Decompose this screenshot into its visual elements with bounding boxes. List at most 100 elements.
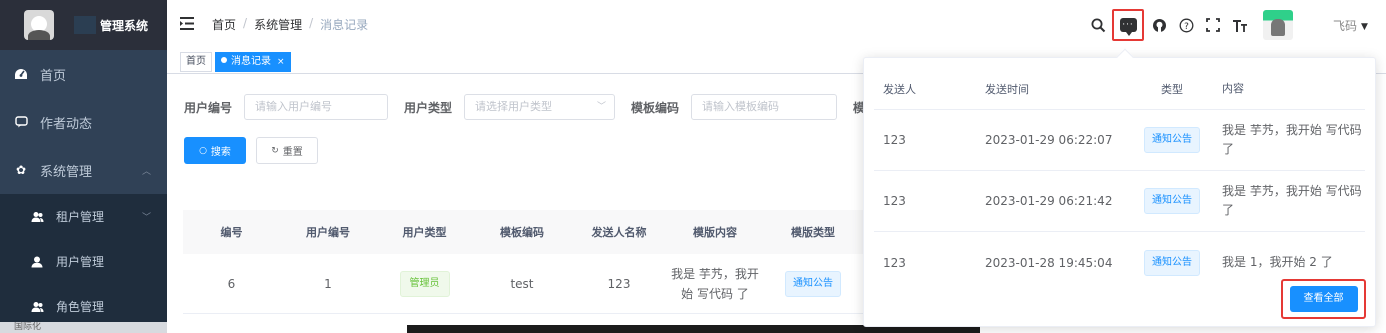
table-row[interactable]: 123 2023-01-29 06:22:07 通知公告 我是 芋艿，我开始 写… <box>874 110 1365 171</box>
message-table: 编号 用户编号 用户类型 模板编码 发送人名称 模版内容 模版类型 6 1 管理… <box>183 210 863 314</box>
view-all-highlight: 查看全部 <box>1281 279 1366 319</box>
sidebar-item-label: 用户管理 <box>56 255 105 269</box>
cell-content: 我是 1，我开始 2 了 <box>1222 255 1333 269</box>
breadcrumb-current: 消息记录 <box>320 18 369 32</box>
close-icon[interactable]: × <box>277 57 285 67</box>
github-icon[interactable] <box>1146 12 1172 38</box>
cell-template-code: test <box>510 276 534 291</box>
refresh-icon: ↻ <box>271 145 279 156</box>
navbar-right-menu: ··· ? 飞码 ▼ <box>1085 0 1368 50</box>
user-id-placeholder: 请输入用户编号 <box>255 100 333 113</box>
column-header: 内容 <box>1222 82 1244 95</box>
user-icon <box>30 255 44 269</box>
sidebar-item-label: 作者动态 <box>40 116 93 132</box>
svg-text:?: ? <box>1184 21 1189 31</box>
chat-icon <box>14 115 28 129</box>
breadcrumb-separator: / <box>309 16 314 30</box>
user-id-label: 用户编号 <box>184 100 233 115</box>
font-size-icon[interactable] <box>1227 12 1253 38</box>
fullscreen-icon[interactable] <box>1200 12 1226 38</box>
breadcrumb-separator: / <box>243 16 248 30</box>
status-badge: 通知公告 <box>1144 249 1200 276</box>
popover-table: 发送人 发送时间 类型 内容 123 2023-01-29 06:22:07 通… <box>874 68 1365 293</box>
sidebar-item-home[interactable]: 首页 <box>0 50 167 98</box>
navbar: 首页 / 系统管理 / 消息记录 ··· ? 飞码 ▼ <box>167 0 1386 50</box>
search-form: 用户编号 请输入用户编号 用户类型 请选择用户类型 ﹀ 模板编码 请输入模板编码 … <box>184 94 877 120</box>
cell-template-type: 通知公告 <box>763 270 863 297</box>
column-header: 发送人名称 <box>591 226 647 239</box>
peoples-icon <box>30 300 44 314</box>
cell-type: 通知公告 <box>1134 188 1210 214</box>
reset-button[interactable]: ↻ 重置 <box>256 137 318 164</box>
cell-time: 2023-01-29 06:21:42 <box>985 194 1113 208</box>
cell-user-id: 1 <box>324 276 332 291</box>
table-header: 编号 用户编号 用户类型 模板编码 发送人名称 模版内容 模版类型 <box>183 210 863 254</box>
help-icon[interactable]: ? <box>1173 12 1199 38</box>
cell-content: 我是 芋艿，我开始 写代码 了 <box>671 266 759 301</box>
sidebar: 管理系统 首页 作者动态 ✿ 系统管理 ︿ 租户管理 ﹀ 用户管理 角色管理 国… <box>0 0 167 333</box>
dashboard-icon <box>14 67 28 81</box>
user-type-select[interactable]: 请选择用户类型 ﹀ <box>464 94 616 120</box>
popover-header: 发送人 发送时间 类型 内容 <box>874 68 1365 110</box>
avatar[interactable] <box>1263 10 1293 40</box>
breadcrumb: 首页 / 系统管理 / 消息记录 <box>212 16 368 33</box>
message-icon: ··· <box>1119 18 1137 36</box>
column-header: 模版内容 <box>693 226 737 239</box>
message-popover: 发送人 发送时间 类型 内容 123 2023-01-29 06:22:07 通… <box>863 48 1376 327</box>
tag-message-log[interactable]: 消息记录 × <box>215 52 291 72</box>
cell-user-type: 管理员 <box>376 270 473 297</box>
message-button[interactable]: ··· <box>1112 9 1144 41</box>
app-title: 管理系统 <box>100 18 149 33</box>
sidebar-item-tenant[interactable]: 租户管理 ﹀ <box>0 194 167 239</box>
template-code-label: 模板编码 <box>631 100 680 115</box>
column-header: 编号 <box>220 226 243 239</box>
cell-content: 我是 芋艿，我开始 写代码 了 <box>1222 184 1362 217</box>
cell-type: 通知公告 <box>1134 249 1210 276</box>
user-type-label: 用户类型 <box>404 100 453 115</box>
sidebar-item-users[interactable]: 用户管理 <box>0 239 167 284</box>
active-dot-icon <box>221 57 227 63</box>
cell-id: 6 <box>227 276 236 291</box>
chevron-up-icon: ︿ <box>141 166 151 177</box>
breadcrumb-system[interactable]: 系统管理 <box>254 16 302 33</box>
search-icon: ○ <box>199 145 207 156</box>
table-row[interactable]: 123 2023-01-29 06:21:42 通知公告 我是 芋艿，我开始 写… <box>874 171 1365 232</box>
column-header: 用户类型 <box>402 226 447 239</box>
status-badge: 通知公告 <box>785 270 841 297</box>
search-button[interactable]: ○ 搜索 <box>184 137 246 164</box>
status-badge: 通知公告 <box>1144 188 1200 214</box>
reset-button-label: 重置 <box>282 147 303 158</box>
sidebar-item-system[interactable]: ✿ 系统管理 ︿ <box>0 146 167 194</box>
sidebar-item-label: 角色管理 <box>56 300 105 314</box>
view-all-button[interactable]: 查看全部 <box>1289 286 1358 312</box>
chevron-down-icon: ﹀ <box>597 102 607 112</box>
column-header: 发送时间 <box>985 82 1029 96</box>
cell-time: 2023-01-29 06:22:07 <box>985 133 1113 147</box>
user-name[interactable]: 飞码 <box>1333 17 1357 34</box>
user-id-input[interactable]: 请输入用户编号 <box>244 94 389 120</box>
peoples-icon <box>30 210 44 224</box>
cell-sender: 123 <box>883 255 906 270</box>
template-code-input[interactable]: 请输入模板编码 <box>691 94 838 120</box>
sidebar-logo[interactable]: 管理系统 <box>0 0 167 50</box>
cell-sender: 123 <box>883 194 906 208</box>
column-header: 用户编号 <box>306 226 350 239</box>
column-header: 模版类型 <box>791 226 835 239</box>
cell-content: 我是 芋艿，我开始 写代码 了 <box>1222 123 1362 156</box>
sidebar-item-author[interactable]: 作者动态 <box>0 98 167 146</box>
tag-home[interactable]: 首页 <box>180 52 212 72</box>
gear-icon: ✿ <box>15 163 27 177</box>
tag-label: 消息记录 <box>231 56 271 67</box>
tag-label: 首页 <box>186 56 206 67</box>
hamburger-icon[interactable] <box>180 15 194 34</box>
sidebar-item-label: 首页 <box>40 68 67 84</box>
table-row[interactable]: 6 1 管理员 test 123 我是 芋艿，我开始 写代码 了 通知公告 <box>183 254 863 314</box>
status-badge: 管理员 <box>399 270 450 297</box>
caret-down-icon[interactable]: ▼ <box>1361 22 1368 32</box>
cell-sender: 123 <box>607 276 631 291</box>
breadcrumb-home[interactable]: 首页 <box>212 16 236 33</box>
column-header: 发送人 <box>883 82 916 96</box>
search-icon[interactable] <box>1085 12 1111 38</box>
logo-mask <box>74 16 96 34</box>
cell-sender: 123 <box>883 133 906 147</box>
